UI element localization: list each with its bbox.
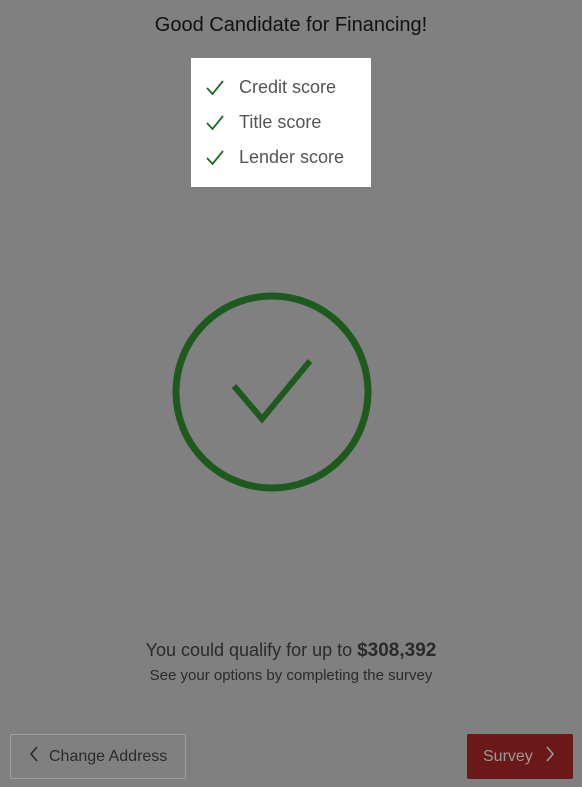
qualify-amount-text: You could qualify for up to $308,392 xyxy=(0,640,582,662)
page-title: Good Candidate for Financing! xyxy=(154,14,428,36)
checklist-item-credit-score: Credit score xyxy=(191,70,371,105)
checkmark-icon xyxy=(205,113,225,133)
score-checklist: Credit score Title score Lender score xyxy=(191,58,371,187)
chevron-left-icon xyxy=(29,746,39,767)
change-address-button[interactable]: Change Address xyxy=(10,734,186,779)
circle-check-icon xyxy=(171,291,373,493)
checklist-item-label: Lender score xyxy=(239,147,345,167)
checklist-item-title-score: Title score xyxy=(191,105,371,140)
checklist-item-lender-score: Lender score xyxy=(191,140,371,175)
checkmark-icon xyxy=(205,78,225,98)
change-address-label: Change Address xyxy=(49,747,168,765)
checklist-item-label: Credit score xyxy=(239,77,337,97)
checkmark-icon xyxy=(205,148,225,168)
chevron-right-icon xyxy=(545,746,555,767)
qualify-amount: $308,392 xyxy=(357,640,437,661)
checklist-item-label: Title score xyxy=(239,112,322,132)
survey-button[interactable]: Survey xyxy=(467,734,573,779)
survey-subtext: See your options by completing the surve… xyxy=(149,667,433,684)
survey-label: Survey xyxy=(483,747,533,765)
qualify-prefix: You could qualify for up to xyxy=(145,640,358,660)
